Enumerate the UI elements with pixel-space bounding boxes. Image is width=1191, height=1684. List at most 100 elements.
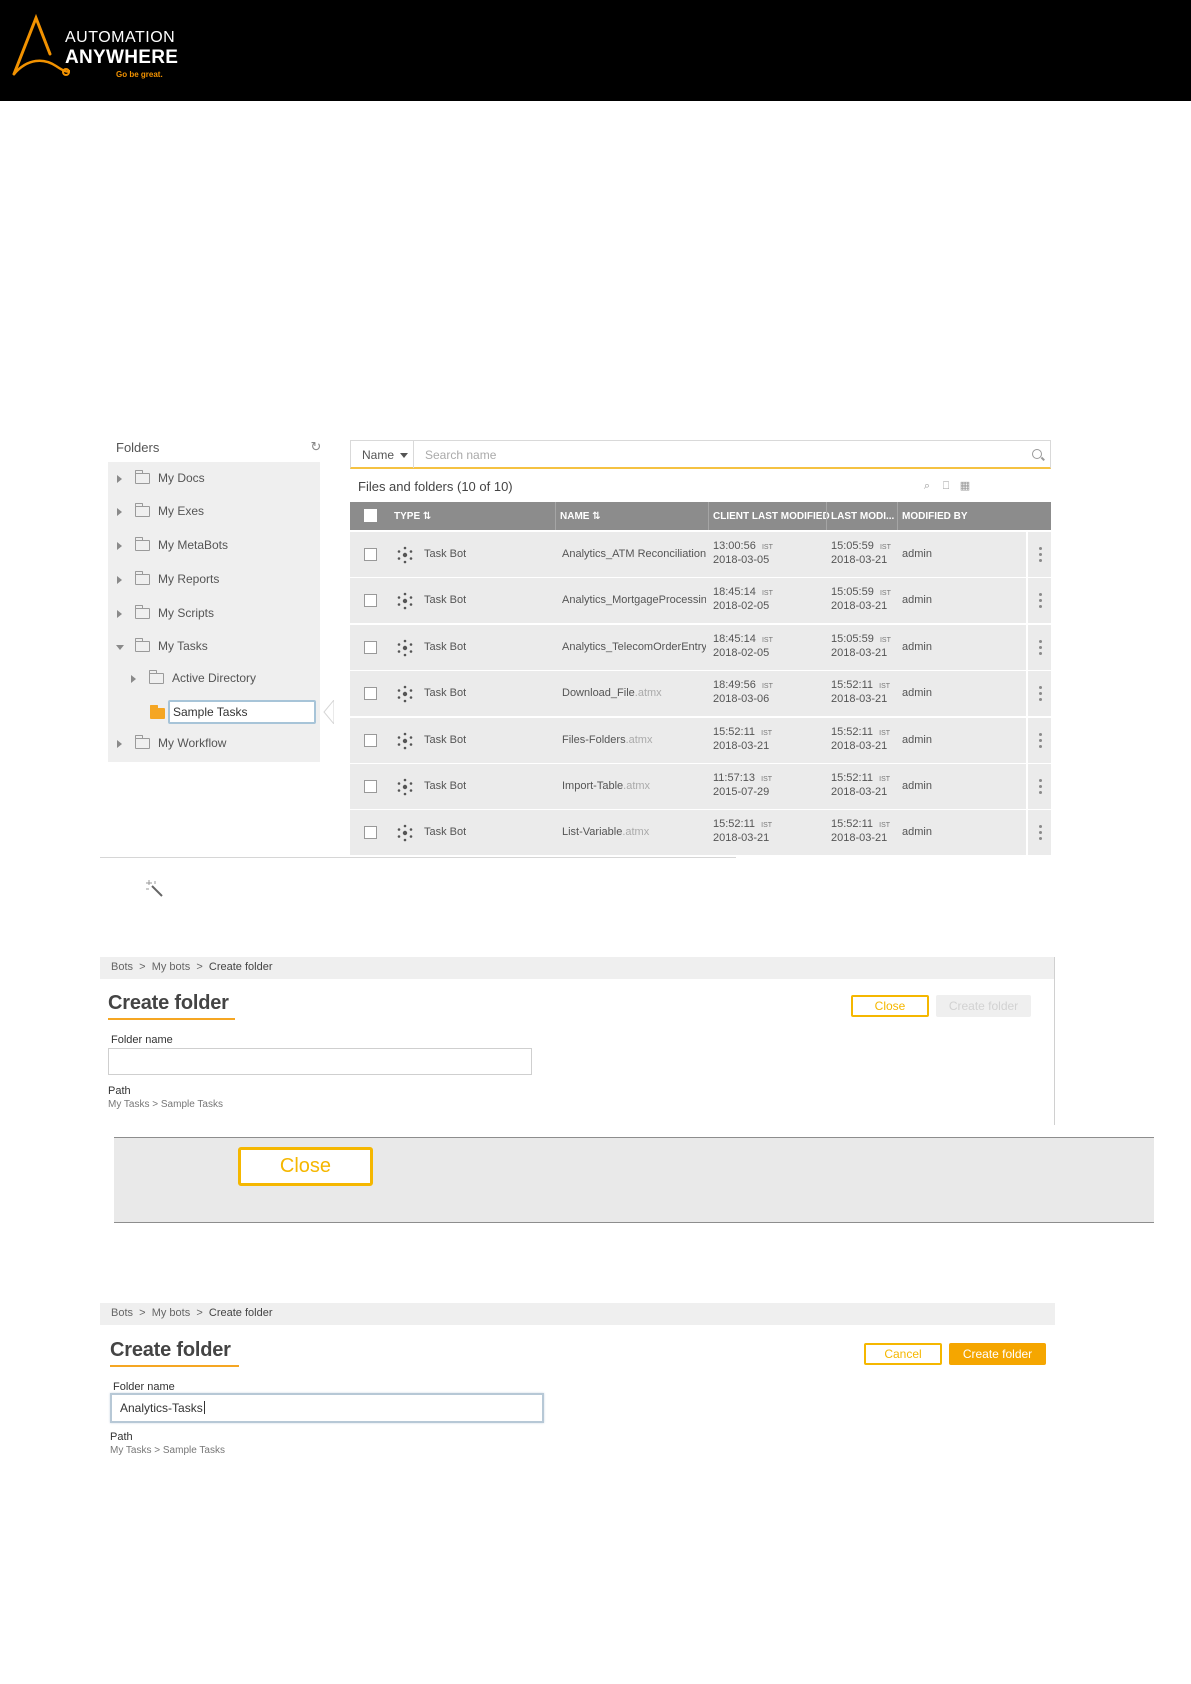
- task-bot-icon: [397, 732, 413, 750]
- create-folder-screenshot-filled: Bots > My bots > Create folder Create fo…: [100, 1303, 1056, 1463]
- breadcrumb-bots[interactable]: Bots: [111, 961, 133, 973]
- row-checkbox[interactable]: [364, 641, 377, 654]
- table-row[interactable]: Task Bot List-Variable.atmx 15:52:11 IST 20…: [350, 810, 1051, 855]
- tree-item-my-tasks[interactable]: My Tasks: [108, 630, 320, 663]
- row-menu-icon[interactable]: [1026, 810, 1051, 855]
- breadcrumb: Bots > My bots > Create folder: [111, 961, 273, 973]
- table-row[interactable]: Task Bot Analytics_MortgageProcessing.a 18…: [350, 578, 1051, 623]
- breadcrumb-my-bots[interactable]: My bots: [152, 961, 191, 973]
- row-checkbox[interactable]: [364, 734, 377, 747]
- breadcrumb-bots[interactable]: Bots: [111, 1307, 133, 1319]
- grid-view-icon[interactable]: ▦: [959, 480, 971, 492]
- row-checkbox[interactable]: [364, 594, 377, 607]
- sort-icon[interactable]: ⇅: [592, 511, 600, 522]
- tree-item-my-scripts[interactable]: My Scripts: [108, 597, 320, 630]
- chevron-right-icon[interactable]: [117, 576, 122, 584]
- search-icon[interactable]: [1032, 449, 1042, 459]
- row-menu-icon[interactable]: [1026, 764, 1051, 809]
- row-type: Task Bot: [424, 641, 467, 653]
- task-bot-icon: [397, 778, 413, 796]
- row-last-date: 2018-03-21: [831, 647, 888, 659]
- row-checkbox[interactable]: [364, 548, 377, 561]
- folder-open-icon: [135, 638, 150, 652]
- column-header-client-modified[interactable]: CLIENT LAST MODIFIED: [713, 511, 830, 522]
- row-last-date: 2018-03-21: [831, 693, 888, 705]
- column-header-type[interactable]: TYPE ⇅: [394, 511, 431, 522]
- row-client-time: 18:45:14 IST: [713, 633, 773, 645]
- search-input[interactable]: [415, 442, 1015, 467]
- row-checkbox[interactable]: [364, 826, 377, 839]
- magic-wand-icon: [146, 880, 163, 897]
- row-client-date: 2018-03-05: [713, 554, 770, 566]
- row-menu-icon[interactable]: [1026, 671, 1051, 716]
- folder-name-field[interactable]: [108, 1048, 532, 1075]
- create-folder-button[interactable]: Create folder: [949, 1343, 1046, 1365]
- select-all-checkbox[interactable]: [364, 509, 377, 522]
- chevron-right-icon[interactable]: [117, 475, 122, 483]
- row-last-time: 15:52:11 IST: [831, 772, 891, 784]
- chevron-right-icon[interactable]: [131, 675, 136, 683]
- row-client-time: 18:45:14 IST: [713, 586, 773, 598]
- row-menu-icon[interactable]: [1026, 625, 1051, 670]
- search-filter-select[interactable]: Name: [351, 441, 414, 468]
- row-client-time: 13:00:56 IST: [713, 540, 773, 552]
- column-header-last-modified[interactable]: LAST MODI...: [831, 511, 894, 522]
- row-checkbox[interactable]: [364, 687, 377, 700]
- chevron-right-icon[interactable]: [117, 740, 122, 748]
- breadcrumb-my-bots[interactable]: My bots: [152, 1307, 191, 1319]
- files-title: Files and folders (10 of 10): [358, 479, 513, 494]
- trash-icon[interactable]: ⎕: [940, 480, 952, 492]
- search-icon[interactable]: ⌕: [921, 480, 933, 492]
- table-row[interactable]: Task Bot Analytics_ATM Reconciliation.at 1…: [350, 532, 1051, 577]
- column-header-modified-by[interactable]: MODIFIED BY: [902, 511, 968, 522]
- tree-item-sample-tasks[interactable]: Sample Tasks: [150, 700, 316, 724]
- row-last-date: 2018-03-21: [831, 832, 888, 844]
- row-type: Task Bot: [424, 826, 467, 838]
- row-name[interactable]: Analytics_TelecomOrderEntry.at: [562, 641, 706, 653]
- row-name[interactable]: Analytics_ATM Reconciliation.at: [562, 548, 706, 560]
- tree-item-my-metabots[interactable]: My MetaBots: [108, 529, 320, 562]
- cancel-button[interactable]: Cancel: [864, 1343, 942, 1365]
- row-checkbox[interactable]: [364, 780, 377, 793]
- chevron-down-icon[interactable]: [116, 645, 124, 650]
- chevron-right-icon[interactable]: [117, 542, 122, 550]
- row-name[interactable]: Files-Folders.atmx: [562, 734, 706, 746]
- refresh-icon[interactable]: ↻: [309, 440, 323, 454]
- close-button[interactable]: Close: [851, 995, 929, 1017]
- row-modified-by: admin: [902, 780, 932, 792]
- path-label: Path: [108, 1085, 131, 1097]
- table-row[interactable]: Task Bot Download_File.atmx 18:49:56 IST 20…: [350, 671, 1051, 716]
- table-row[interactable]: Task Bot Analytics_TelecomOrderEntry.at 18…: [350, 625, 1051, 670]
- tree-item-my-exes[interactable]: My Exes: [108, 495, 320, 528]
- tree-item-my-reports[interactable]: My Reports: [108, 563, 320, 596]
- folder-icon: [135, 605, 150, 619]
- tree-item-my-docs[interactable]: My Docs: [108, 462, 320, 495]
- path-value: My Tasks > Sample Tasks: [108, 1099, 223, 1110]
- column-header-name[interactable]: NAME ⇅: [560, 511, 601, 522]
- row-name[interactable]: Download_File.atmx: [562, 687, 706, 699]
- chevron-right-icon[interactable]: [117, 610, 122, 618]
- row-client-time: 15:52:11 IST: [713, 726, 773, 738]
- search-bar: Name: [350, 440, 1051, 469]
- row-name[interactable]: Import-Table.atmx: [562, 780, 706, 792]
- row-last-time: 15:52:11 IST: [831, 679, 891, 691]
- close-button-enlarged[interactable]: Close: [238, 1147, 373, 1186]
- row-menu-icon[interactable]: [1026, 532, 1051, 577]
- row-name[interactable]: Analytics_MortgageProcessing.a: [562, 594, 706, 606]
- tree-item-label: My MetaBots: [158, 538, 229, 552]
- row-menu-icon[interactable]: [1026, 718, 1051, 763]
- tree-item-my-workflow[interactable]: My Workflow: [108, 727, 320, 760]
- breadcrumb-separator: >: [139, 1307, 146, 1319]
- row-menu-icon[interactable]: [1026, 578, 1051, 623]
- table-row[interactable]: Task Bot Import-Table.atmx 11:57:13 IST 201…: [350, 764, 1051, 809]
- tree-item-active-directory[interactable]: Active Directory: [108, 662, 320, 695]
- folder-name-field[interactable]: Analytics-Tasks: [110, 1393, 544, 1423]
- chevron-right-icon[interactable]: [117, 508, 122, 516]
- table-row[interactable]: Task Bot Files-Folders.atmx 15:52:11 IST 20…: [350, 718, 1051, 763]
- row-modified-by: admin: [902, 687, 932, 699]
- brand-tagline: Go be great.: [116, 70, 163, 79]
- row-name[interactable]: List-Variable.atmx: [562, 826, 706, 838]
- files-grid-header: TYPE ⇅ NAME ⇅ CLIENT LAST MODIFIED LAST …: [350, 502, 1051, 530]
- row-client-date: 2018-03-06: [713, 693, 770, 705]
- sort-icon[interactable]: ⇅: [423, 511, 431, 522]
